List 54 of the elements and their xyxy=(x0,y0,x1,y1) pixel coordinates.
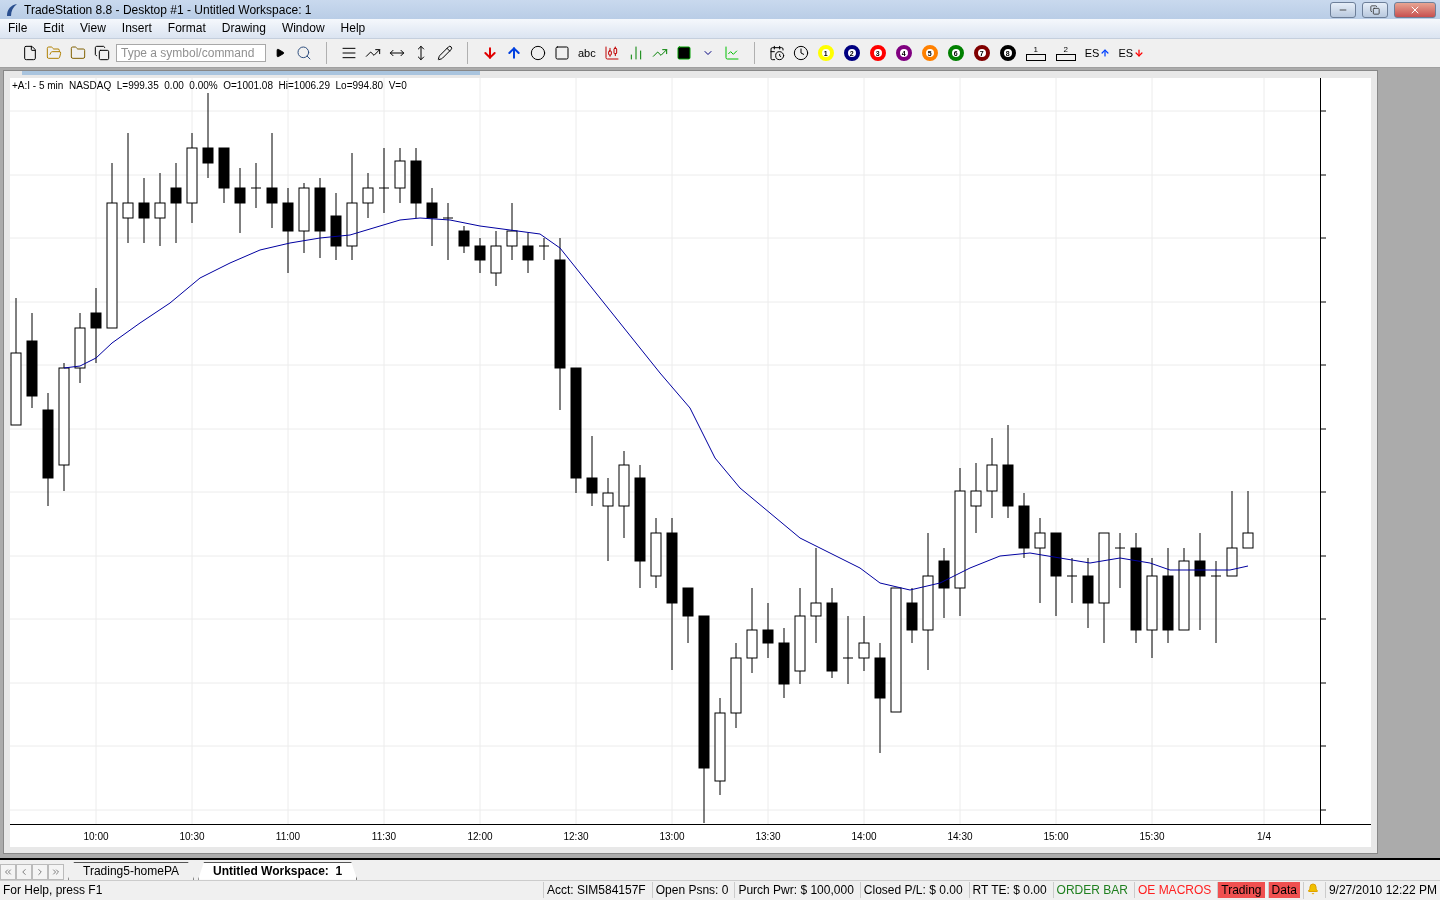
status-field: Acct: SIM584157F xyxy=(543,882,649,899)
level-button[interactable]: 1 xyxy=(1022,45,1049,61)
level-button[interactable]: 2 xyxy=(1052,45,1079,61)
menu-item[interactable]: Drawing xyxy=(213,21,274,36)
restore-icon xyxy=(1370,4,1380,15)
time-axis-label: 12:30 xyxy=(562,830,590,842)
menu-item[interactable]: Format xyxy=(159,21,214,36)
status-field: Trading xyxy=(1217,882,1265,899)
symbol-field[interactable]: Type a symbol/command xyxy=(116,44,266,62)
arrow-up-icon xyxy=(1100,48,1111,58)
time-axis-label: 12:00 xyxy=(466,830,494,842)
status-field: Open Psns: 0 xyxy=(651,882,732,899)
window-title: TradeStation 8.8 - Desktop #1 - Untitled Workspace: 1 xyxy=(24,2,313,17)
app-logo-icon xyxy=(4,2,18,17)
time-axis-label: 14:30 xyxy=(946,830,974,842)
menu-item[interactable]: File xyxy=(0,21,36,36)
workspace-tab[interactable]: Untitled Workspace: 1 xyxy=(198,861,358,880)
time-axis-label: 1/4 xyxy=(1256,830,1272,842)
status-time: 9/27/2010 12:22 PM xyxy=(1324,882,1440,899)
time-axis-label: 11:00 xyxy=(274,830,302,842)
es-button[interactable]: ES xyxy=(1082,42,1113,64)
time-axis-label: 15:00 xyxy=(1042,830,1070,842)
menu-item[interactable]: Edit xyxy=(35,21,73,36)
text-tool-button[interactable]: abc xyxy=(576,42,598,64)
menu-item[interactable]: View xyxy=(72,21,114,36)
menu-item[interactable]: Help xyxy=(332,21,374,36)
time-axis-label: 10:00 xyxy=(82,830,110,842)
menu-item[interactable]: Window xyxy=(273,21,333,36)
status-field: Closed P/L: $ 0.00 xyxy=(859,882,966,899)
menu-item[interactable]: Insert xyxy=(113,21,160,36)
time-axis-label: 14:00 xyxy=(850,830,878,842)
status-field: OE MACROS xyxy=(1133,882,1215,899)
time-axis-label: 13:30 xyxy=(754,830,782,842)
help-text: For Help, press F1 xyxy=(2,883,104,898)
status-field: ORDER BAR xyxy=(1052,882,1131,899)
minimize-button[interactable] xyxy=(1330,1,1356,18)
workspace-tab[interactable]: Trading5-homePA xyxy=(68,861,195,880)
status-field: Data xyxy=(1267,882,1300,899)
status-field: Purch Pwr: $ 100,000 xyxy=(734,882,857,899)
es-button[interactable]: ES xyxy=(1116,42,1147,64)
restore-button[interactable] xyxy=(1362,1,1388,18)
time-axis-label: 11:30 xyxy=(370,830,398,842)
arrow-down-icon xyxy=(1134,48,1145,58)
chevron-right-icon xyxy=(35,866,45,877)
chevron-left-icon xyxy=(19,866,29,877)
double-chevron-left-icon xyxy=(3,866,13,877)
scroll-thumb[interactable] xyxy=(22,71,480,76)
double-chevron-right-icon xyxy=(51,866,61,877)
close-button[interactable] xyxy=(1394,1,1436,18)
time-axis-label: 10:30 xyxy=(178,830,206,842)
time-axis-label: 13:00 xyxy=(658,830,686,842)
status-field: RT TE: $ 0.00 xyxy=(968,882,1050,899)
chart-header: +A:I - 5 min NASDAQ L=999.35 0.00 0.00% O=1001.08 Hi=1006.29 Lo=994.80 V=0 xyxy=(12,80,407,92)
time-axis-label: 15:30 xyxy=(1138,830,1166,842)
